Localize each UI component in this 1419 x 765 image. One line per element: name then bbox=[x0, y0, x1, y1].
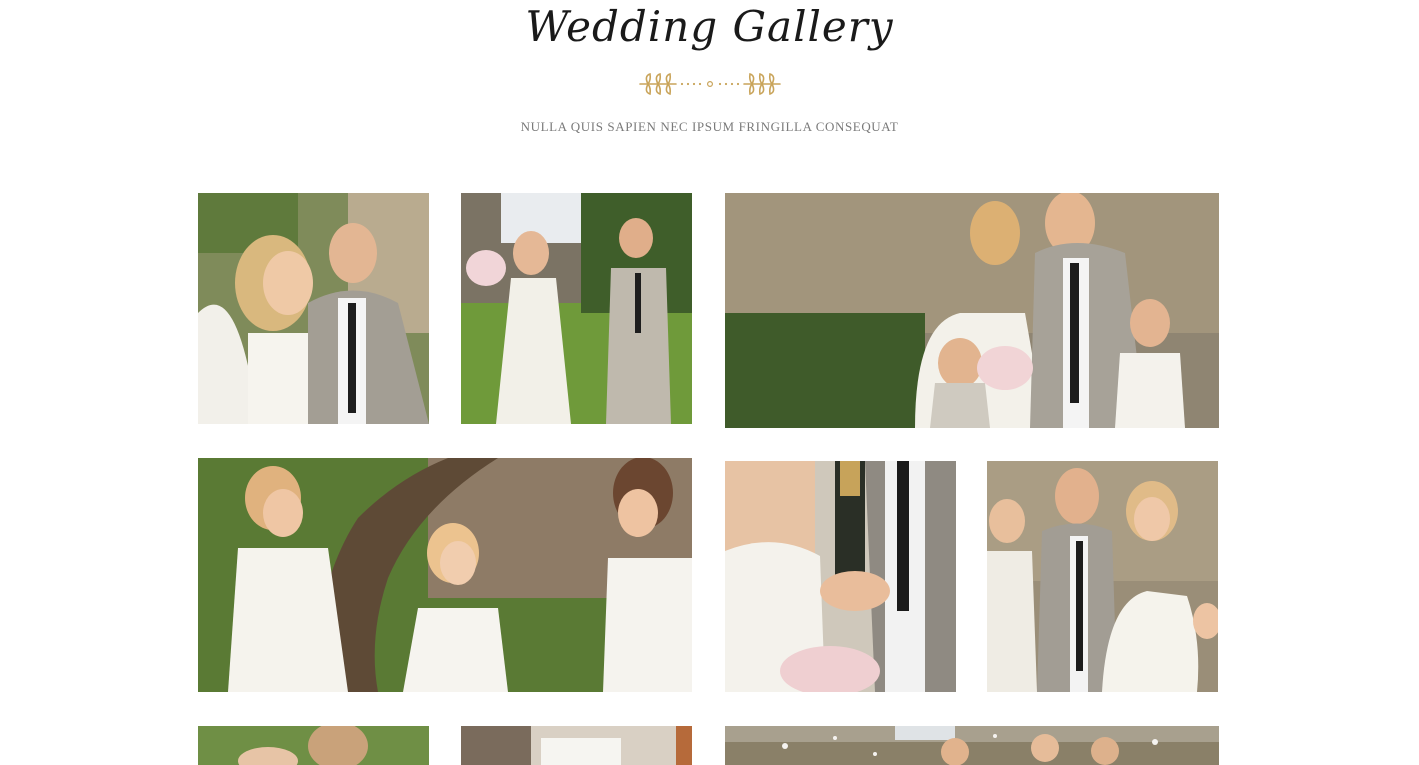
page-subtitle: NULLA QUIS SAPIEN NEC IPSUM FRINGILLA CO… bbox=[520, 119, 899, 134]
gallery-photo-couple-champagne[interactable] bbox=[198, 193, 429, 424]
gallery-photo-guests[interactable] bbox=[198, 726, 429, 765]
photo-image bbox=[725, 193, 1219, 428]
photo-image bbox=[725, 726, 1219, 765]
photo-image bbox=[198, 458, 692, 692]
photo-image bbox=[461, 726, 692, 765]
gallery-photo-flower-girls-bubbles[interactable] bbox=[198, 458, 692, 692]
page-title: Wedding Gallery bbox=[525, 2, 894, 51]
photo-image bbox=[725, 461, 956, 692]
gallery-photo-flower-girl-ring-bearer[interactable] bbox=[461, 193, 692, 424]
photo-image bbox=[987, 461, 1218, 692]
photo-image bbox=[461, 193, 692, 424]
gallery-photo-confetti-celebration[interactable] bbox=[725, 726, 1219, 765]
photo-image bbox=[198, 726, 429, 765]
gallery-photo-family-portrait[interactable] bbox=[725, 193, 1219, 428]
gold-laurel-divider-icon bbox=[639, 72, 781, 96]
gallery-photo-wedding-cake[interactable] bbox=[461, 726, 692, 765]
gallery-photo-couple-with-child[interactable] bbox=[987, 461, 1218, 692]
gallery-photo-champagne-toast[interactable] bbox=[725, 461, 956, 692]
photo-image bbox=[198, 193, 429, 424]
